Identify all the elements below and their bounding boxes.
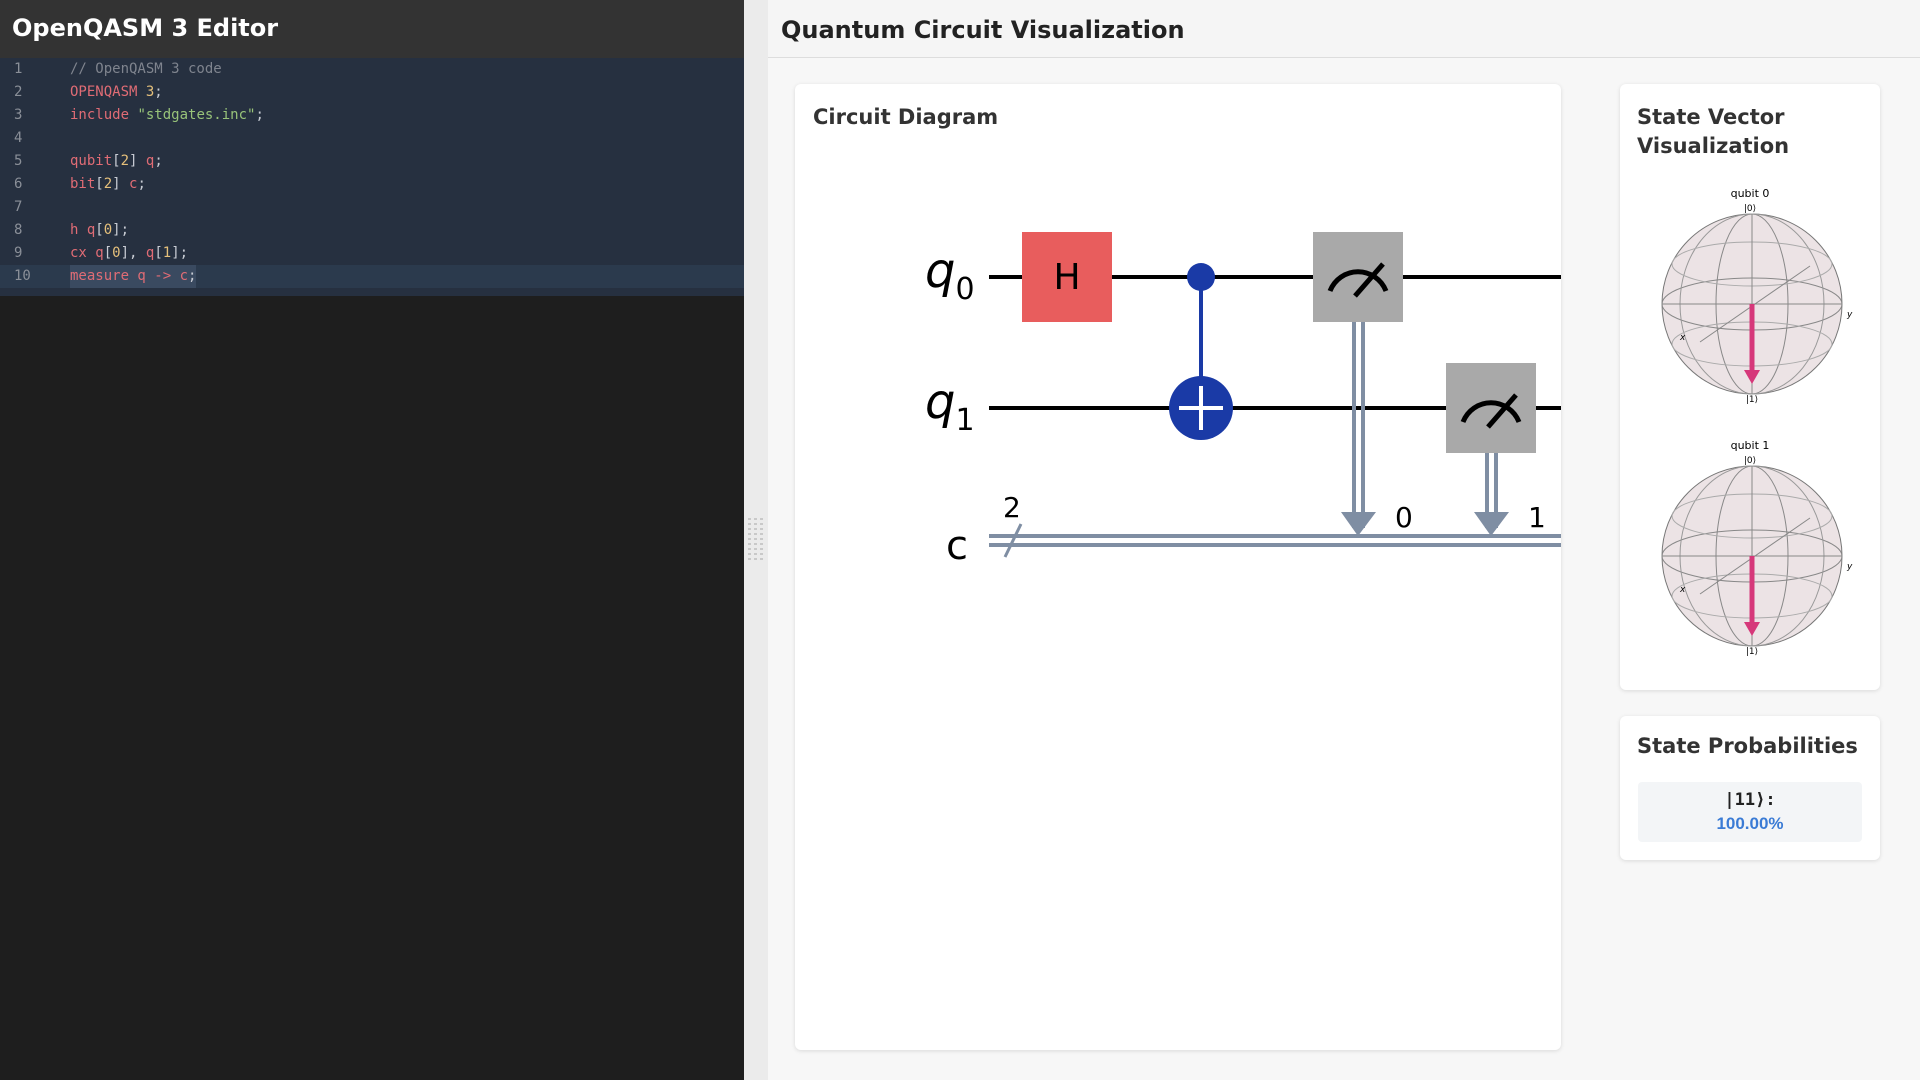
control-dot-icon (1187, 263, 1215, 291)
code-line[interactable]: 5 qubit[2] q; (0, 150, 744, 173)
ket-zero-label: |0⟩ (1744, 456, 1756, 466)
probability-state: |11⟩: (1724, 790, 1776, 810)
ket-one-label: |1⟩ (1746, 647, 1758, 656)
circuit-diagram: q0 q1 c 2 H 0 1 (925, 232, 1561, 569)
measure-target-0: 0 (1395, 501, 1413, 534)
measure-target-1: 1 (1528, 501, 1546, 534)
line-number: 6 (14, 176, 23, 192)
code-text: h q[0]; (70, 222, 130, 238)
cnot-gate[interactable] (1169, 263, 1233, 440)
visualization-header: Quantum Circuit Visualization (768, 0, 1920, 58)
state-probabilities-card: State Probabilities |11⟩: 100.00% (1620, 716, 1880, 860)
qubit-label-q0: q0 (925, 243, 975, 307)
bloch-sphere-qubit-1: qubit 1 |0⟩ x y |1⟩ (1661, 439, 1853, 656)
classical-width-label: 2 (1003, 491, 1021, 524)
code-line[interactable]: 7 (0, 196, 744, 219)
qubit-label-q1: q1 (925, 374, 975, 438)
line-number: 5 (14, 153, 23, 169)
code-text: bit[2] c; (70, 176, 146, 192)
code-text: // OpenQASM 3 code (70, 61, 222, 77)
editor-header: OpenQASM 3 Editor (0, 0, 744, 58)
classical-bundle-slash (1003, 523, 1023, 558)
probability-value: 100.00% (1716, 814, 1784, 833)
bloch-label: qubit 1 (1731, 439, 1770, 452)
measure-gate-q0[interactable] (1313, 232, 1403, 536)
code-line[interactable]: 1 // OpenQASM 3 code (0, 58, 744, 81)
editor-title: OpenQASM 3 Editor (12, 14, 279, 42)
svg-text:x: x (1679, 333, 1686, 343)
code-text: measure q -> c; (70, 265, 197, 288)
code-line[interactable]: 6 bit[2] c; (0, 173, 744, 196)
state-vector-title: State Vector Visualization (1637, 105, 1790, 158)
line-number: 7 (14, 199, 23, 215)
line-number: 3 (14, 107, 23, 123)
circuit-diagram-card: Circuit Diagram q0 q1 c 2 H 0 1 (795, 84, 1561, 1050)
hadamard-gate[interactable]: H (1022, 232, 1112, 322)
code-line[interactable]: 3 include "stdgates.inc"; (0, 104, 744, 127)
ket-zero-label: |0⟩ (1744, 204, 1756, 214)
drag-handle-icon[interactable] (746, 518, 766, 562)
code-line[interactable]: 4 (0, 127, 744, 150)
line-number: 2 (14, 84, 23, 100)
code-text: qubit[2] q; (70, 153, 163, 169)
svg-text:H: H (1053, 257, 1080, 298)
line-number: 1 (14, 61, 23, 77)
visualization-title: Quantum Circuit Visualization (781, 16, 1185, 44)
code-line[interactable]: 10 measure q -> c; (0, 265, 744, 288)
code-editor[interactable]: 1 // OpenQASM 3 code 2 OPENQASM 3; 3 include … (0, 58, 744, 296)
svg-text:y: y (1846, 310, 1853, 320)
state-probabilities-title: State Probabilities (1637, 734, 1858, 758)
code-line[interactable]: 2 OPENQASM 3; (0, 81, 744, 104)
line-number: 9 (14, 245, 23, 261)
code-text: cx q[0], q[1]; (70, 245, 189, 261)
line-number: 8 (14, 222, 23, 238)
classical-register-label: c (946, 523, 968, 569)
visualization-panel: Quantum Circuit Visualization Circuit Di… (768, 0, 1920, 1080)
code-line[interactable]: 9 cx q[0], q[1]; (0, 242, 744, 265)
line-number: 4 (14, 130, 23, 146)
measure-gate-q1[interactable] (1446, 363, 1536, 536)
editor-panel: OpenQASM 3 Editor 1 // OpenQASM 3 code 2 OP… (0, 0, 744, 1080)
code-line[interactable]: 8 h q[0]; (0, 219, 744, 242)
code-text: OPENQASM 3; (70, 84, 163, 100)
bloch-label: qubit 0 (1731, 187, 1770, 200)
ket-one-label: |1⟩ (1746, 395, 1758, 404)
probability-entry: |11⟩: 100.00% (1638, 782, 1862, 842)
bloch-sphere-qubit-0: qubit 0 |0⟩ x y |1⟩ (1661, 187, 1853, 404)
svg-text:y: y (1846, 562, 1853, 572)
line-number: 10 (14, 268, 31, 284)
classical-wire (989, 534, 1561, 547)
code-text: include "stdgates.inc"; (70, 107, 264, 123)
state-vector-card: State Vector Visualization qubit 0 |0⟩ x… (1620, 84, 1880, 690)
svg-text:x: x (1679, 585, 1686, 595)
